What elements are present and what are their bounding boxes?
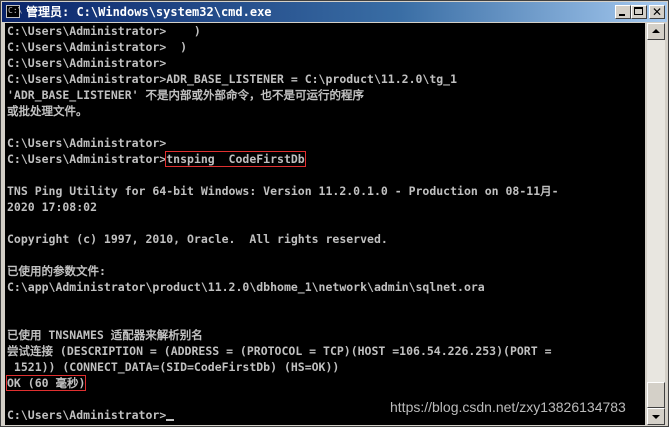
console-line: 或批处理文件。 <box>7 104 88 118</box>
console-line: C:\app\Administrator\product\11.2.0\dbho… <box>7 280 485 294</box>
cmd-window: C:\ 管理员: C:\Windows\system32\cmd.exe ✕ C… <box>0 0 669 427</box>
title-bar[interactable]: C:\ 管理员: C:\Windows\system32\cmd.exe ✕ <box>2 2 667 22</box>
close-icon: ✕ <box>651 5 663 19</box>
ok-result: OK (60 毫秒) <box>5 375 87 391</box>
console-output[interactable]: C:\Users\Administrator> ) C:\Users\Admin… <box>5 23 645 425</box>
cmd-icon[interactable]: C:\ <box>6 5 22 18</box>
console-line: 已使用的参数文件: <box>7 264 106 278</box>
console-line: 1521)) (CONNECT_DATA=(SID=CodeFirstDb) (… <box>7 360 340 374</box>
minimize-button[interactable] <box>615 5 631 19</box>
console-line: 尝试连接 (DESCRIPTION = (ADDRESS = (PROTOCOL… <box>7 344 552 358</box>
console-line: C:\Users\Administrator> <box>7 56 167 70</box>
console-line: C:\Users\Administrator> ) <box>7 24 201 38</box>
arrow-up-icon <box>652 29 660 33</box>
tnsping-command-line: C:\Users\Administrator>tnsping CodeFirst… <box>7 151 306 167</box>
console-line: C:\Users\Administrator> ) <box>7 40 188 54</box>
watermark: https://blog.csdn.net/zxy13826134783 <box>390 399 626 415</box>
ok-result-line: OK (60 毫秒) <box>5 375 87 391</box>
arrow-down-icon <box>652 415 660 419</box>
prompt: C:\Users\Administrator> <box>7 152 167 166</box>
window-title: 管理员: C:\Windows\system32\cmd.exe <box>26 5 272 19</box>
console-line: 已使用 TNSNAMES 适配器来解析别名 <box>7 328 203 342</box>
console-line: TNS Ping Utility for 64-bit Windows: Ver… <box>7 184 559 198</box>
maximize-button[interactable] <box>631 5 647 19</box>
console-line: C:\Users\Administrator>ADR_BASE_LISTENER… <box>7 72 458 86</box>
close-button[interactable]: ✕ <box>649 5 665 19</box>
scroll-down-button[interactable] <box>647 408 665 425</box>
current-prompt-line: C:\Users\Administrator> <box>7 407 175 423</box>
tnsping-command: tnsping CodeFirstDb <box>165 151 306 167</box>
scroll-up-button[interactable] <box>647 23 665 40</box>
maximize-icon <box>634 7 643 15</box>
cursor <box>166 419 175 421</box>
console-line: 'ADR_BASE_LISTENER' 不是内部或外部命令，也不是可运行的程序 <box>7 88 364 102</box>
vertical-scrollbar[interactable] <box>647 23 665 425</box>
scrollbar-thumb[interactable] <box>647 382 665 408</box>
minimize-icon <box>619 14 625 16</box>
prompt: C:\Users\Administrator> <box>7 408 167 422</box>
console-line: 2020 17:08:02 <box>7 200 98 214</box>
console-line: C:\Users\Administrator> <box>7 136 167 150</box>
console-line: Copyright (c) 1997, 2010, Oracle. All ri… <box>7 232 388 246</box>
